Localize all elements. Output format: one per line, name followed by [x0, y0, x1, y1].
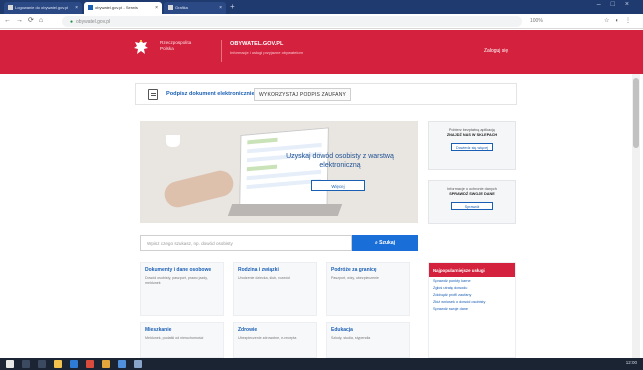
browser-tab-1[interactable]: Logowanie do obywatel.gov.pl × [4, 2, 82, 14]
file-explorer-icon[interactable] [54, 360, 62, 368]
header-divider [221, 40, 222, 62]
url-text: obywatel.gov.pl [76, 19, 111, 25]
category-card[interactable]: Edukacja Szkoły, studia, stypendia [326, 322, 410, 358]
popular-service-link[interactable]: Sprawdź swoje dane [429, 305, 515, 312]
url-input[interactable]: ● obywatel.gov.pl [62, 16, 522, 27]
promo-card-heading: SPRAWDŹ SWOJE DANE [449, 192, 495, 196]
category-desc: Ubezpieczenie zdrowotne, e-recepta [238, 336, 297, 340]
browser-tab-bar: Logowanie do obywatel.gov.pl × obywatel.g… [0, 0, 643, 14]
breadcrumb-current: WYKORZYSTAJ PODPIS ZAUFANY [254, 88, 352, 101]
promo-card-app: Pobierz bezpłatną aplikację ZNAJDŹ NAS W… [428, 121, 516, 170]
category-title[interactable]: Dokumenty i dane osobowe [145, 267, 219, 273]
favicon-icon [88, 5, 93, 11]
os-taskbar: 12:00 [0, 358, 643, 370]
category-card[interactable]: Zdrowie Ubezpieczenie zdrowotne, e-recept… [233, 322, 317, 358]
laptop-illustration [239, 127, 329, 213]
popular-service-link[interactable]: Sprawdź punkty karne [429, 277, 515, 284]
edge-icon[interactable] [70, 360, 78, 368]
search-button[interactable]: ⌕ Szukaj [352, 235, 418, 251]
navigation-icons[interactable]: ←→⟳⌂ [4, 16, 48, 24]
breadcrumb: Podpisz dokument elektronicznie WYKORZYS… [135, 83, 517, 105]
login-link[interactable]: Zaloguj się [484, 48, 508, 54]
popular-service-link[interactable]: Zgłoś utratę dowodu [429, 284, 515, 291]
popular-service-link[interactable]: Złóż wniosek o dowód osobisty [429, 298, 515, 305]
hero-title: Uzyskaj dowód osobisty z warstwą elektro… [286, 153, 394, 169]
tab-label: Grafika [175, 5, 188, 10]
app-icon[interactable] [134, 360, 142, 368]
document-icon [148, 89, 158, 100]
category-title[interactable]: Rodzina i związki [238, 267, 312, 273]
new-tab-button[interactable]: + [230, 2, 235, 11]
category-desc: Paszport, wizy, ubezpieczenie [331, 276, 379, 280]
category-title[interactable]: Mieszkanie [145, 327, 219, 333]
category-card[interactable]: Rodzina i związki Urodzenie dziecka, ślub… [233, 262, 317, 316]
breadcrumb-link[interactable]: Podpisz dokument elektronicznie [166, 91, 255, 97]
search-input[interactable]: Wpisz czego szukasz, np. dowód osobisty [140, 235, 352, 251]
category-card[interactable]: Dokumenty i dane osobowe Dowód osobisty, … [140, 262, 224, 316]
tab-label: Logowanie do obywatel.gov.pl [15, 5, 69, 10]
laptop-keyboard-illustration [227, 204, 343, 216]
popular-service-link[interactable]: Zdobądź profil zaufany [429, 291, 515, 298]
category-title[interactable]: Edukacja [331, 327, 405, 333]
favicon-icon [8, 5, 13, 11]
start-icon[interactable] [6, 360, 14, 368]
address-bar-row: ←→⟳⌂ ● obywatel.gov.pl 100% ☆◐⋮ [0, 14, 643, 29]
category-card[interactable]: Mieszkanie Meldunek, podatki od nieruchom… [140, 322, 224, 358]
gov-name: Rzeczpospolita Polska [160, 40, 216, 52]
category-title[interactable]: Zdrowie [238, 327, 312, 333]
hero-more-button[interactable]: Więcej [311, 180, 365, 191]
category-title[interactable]: Podróże za granicę [331, 267, 405, 273]
word-icon[interactable] [118, 360, 126, 368]
hand-illustration [161, 167, 237, 211]
browser-tab-2-active[interactable]: obywatel.gov.pl - Serwis × [84, 2, 162, 14]
search-taskbar-icon[interactable] [22, 360, 30, 368]
chrome-icon[interactable] [86, 360, 94, 368]
app-icon[interactable] [102, 360, 110, 368]
close-icon[interactable]: × [219, 5, 222, 11]
gov-name-line2: Polska [160, 46, 174, 51]
search-button-label: Szukaj [379, 240, 396, 246]
popular-services-heading: Najpopularniejsze usługi [429, 263, 515, 277]
window-controls[interactable]: –□× [597, 1, 639, 8]
promo-card-data: Informacje o ochronie danych SPRAWDŹ SWO… [428, 180, 516, 224]
cup-illustration [166, 135, 180, 147]
zoom-level[interactable]: 100% [530, 18, 543, 24]
site-header: Rzeczpospolita Polska OBYWATEL.GOV.PL In… [0, 30, 643, 74]
favicon-icon [168, 5, 173, 11]
site-title[interactable]: OBYWATEL.GOV.PL [230, 41, 283, 47]
task-view-icon[interactable] [38, 360, 46, 368]
category-desc: Dowód osobisty, paszport, prawo jazdy, m… [145, 276, 208, 285]
scrollbar-thumb[interactable] [633, 78, 639, 148]
category-card[interactable]: Podróże za granicę Paszport, wizy, ubezpi… [326, 262, 410, 316]
extensions-icons[interactable]: ☆◐⋮ [604, 17, 637, 24]
close-icon[interactable]: × [155, 5, 158, 11]
promo-card-button[interactable]: Dowiedz się więcej [451, 143, 493, 151]
lock-icon: ● [70, 19, 74, 25]
close-icon[interactable]: × [75, 5, 78, 11]
hero-banner [140, 121, 418, 223]
tab-label: obywatel.gov.pl - Serwis [95, 5, 138, 10]
promo-card-heading: ZNAJDŹ NAS W SKLEPACH [446, 133, 498, 137]
page-scrollbar[interactable] [632, 74, 640, 358]
promo-card-button[interactable]: Sprawdź [451, 202, 493, 210]
popular-services-panel: Najpopularniejsze usługi Sprawdź punkty … [428, 262, 516, 358]
site-subtitle: Informacje i usługi przyjazne obywatelom [230, 50, 303, 55]
category-desc: Urodzenie dziecka, ślub, rozwód [238, 276, 290, 280]
category-desc: Meldunek, podatki od nieruchomości [145, 336, 204, 340]
eagle-emblem-icon[interactable] [133, 39, 149, 59]
browser-tab-3[interactable]: Grafika × [164, 2, 226, 14]
category-desc: Szkoły, studia, stypendia [331, 336, 371, 340]
system-tray-clock[interactable]: 12:00 [626, 360, 637, 365]
